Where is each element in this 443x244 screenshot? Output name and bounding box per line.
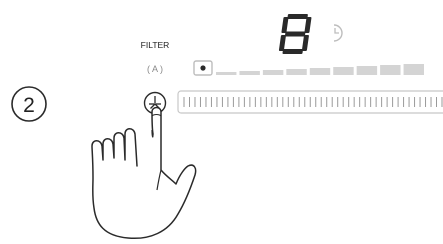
level-segment <box>239 71 260 75</box>
level-display <box>278 14 312 54</box>
illustration-canvas: 2 FILTER ( A ) 8 <box>11 14 443 240</box>
level-segment <box>333 67 354 75</box>
level-segment <box>380 65 401 75</box>
display-digit <box>278 14 312 54</box>
dot-icon <box>200 65 206 71</box>
slider-ticks <box>183 97 443 107</box>
step-marker: 2 <box>11 86 47 122</box>
level-segment <box>262 70 284 75</box>
filter-auto-label: ( A ) <box>147 64 163 74</box>
power-icon <box>149 96 161 109</box>
level-segment <box>309 68 331 75</box>
hand-pointing-icon <box>91 106 197 240</box>
level-segment <box>356 66 378 75</box>
step-number: 2 <box>23 94 35 117</box>
filter-label: FILTER <box>141 40 170 50</box>
level-segment <box>403 64 424 75</box>
hob-control-panel-illustration: 2 FILTER ( A ) 8 <box>0 0 443 244</box>
level-segments <box>216 64 424 75</box>
touch-slider[interactable] <box>177 90 443 114</box>
level-segment <box>216 72 237 75</box>
power-level-bar <box>193 60 424 76</box>
level-segment <box>286 69 307 75</box>
timer-icon <box>333 24 343 42</box>
